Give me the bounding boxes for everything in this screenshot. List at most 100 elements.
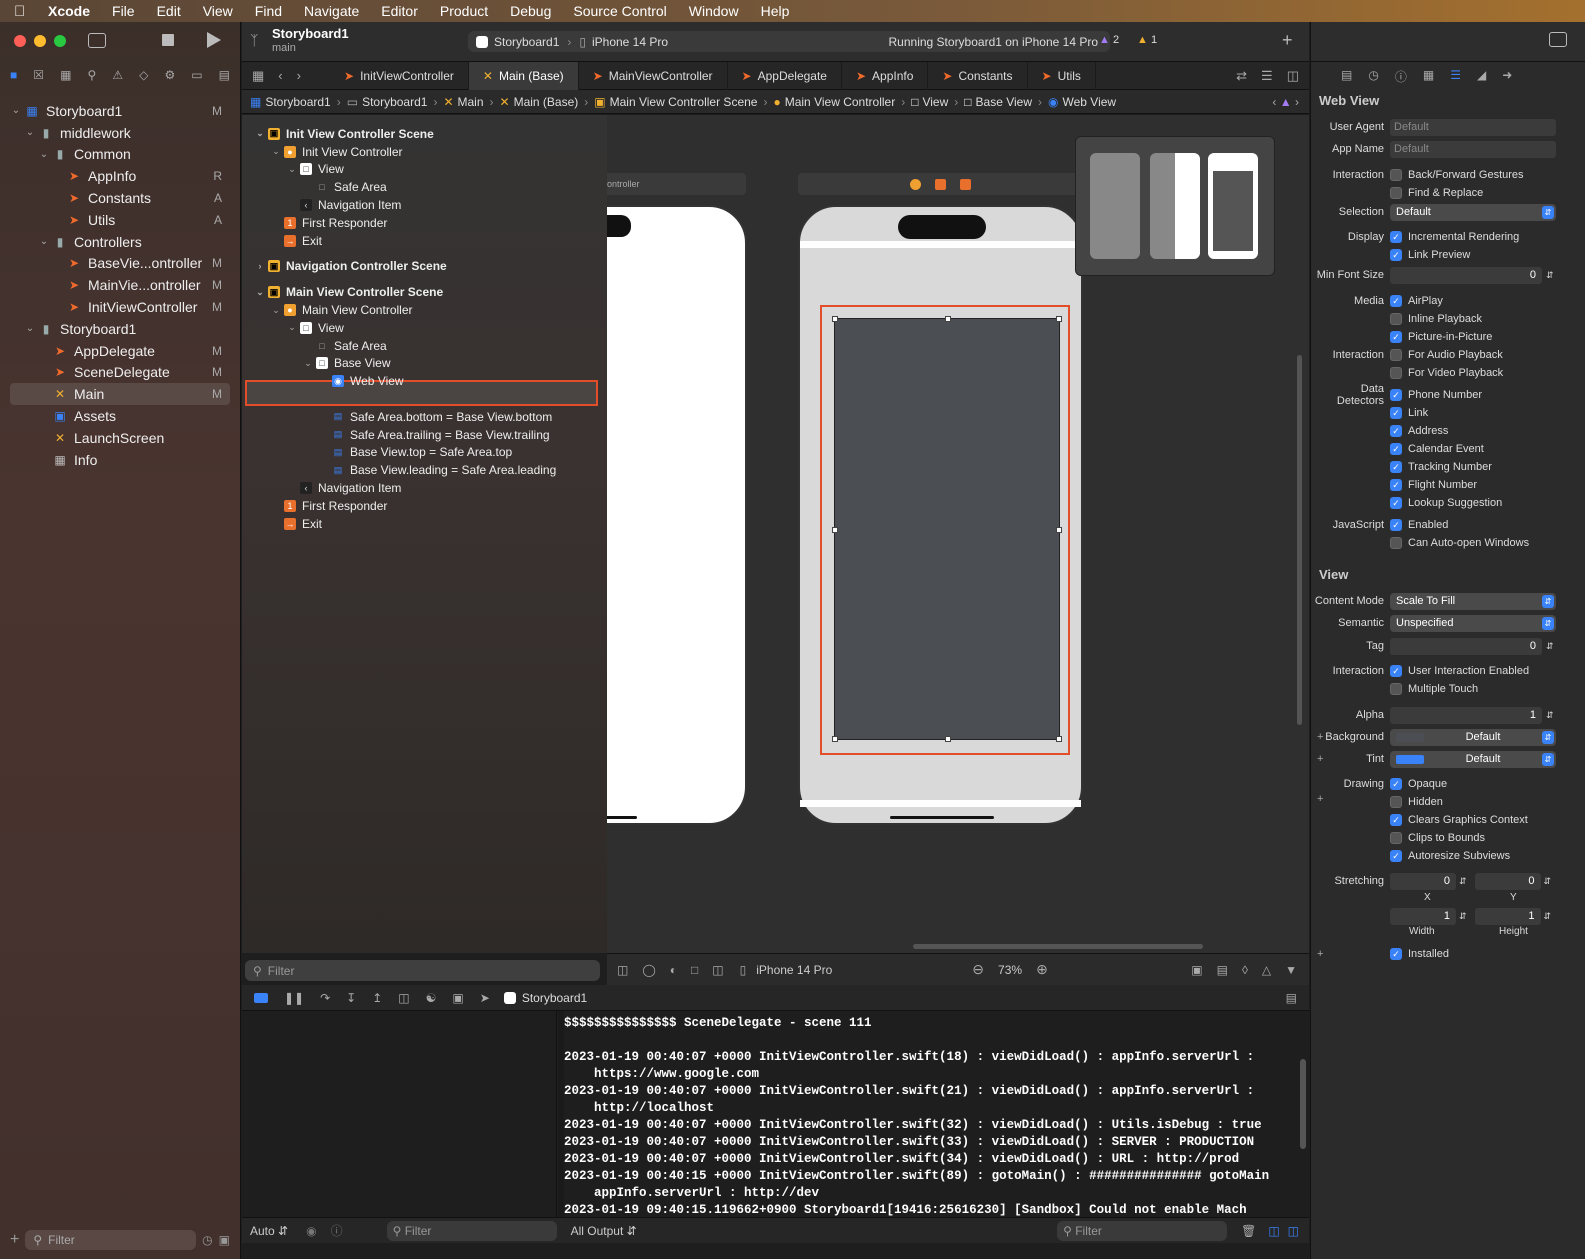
- test-icon[interactable]: ◇: [139, 68, 148, 82]
- zoom-in-icon[interactable]: ⊕: [1036, 961, 1048, 978]
- background-popup[interactable]: Default ⇵: [1390, 728, 1556, 746]
- horizontal-scrollbar[interactable]: [913, 944, 1203, 949]
- navigator-item[interactable]: ✕ LaunchScreen: [10, 427, 230, 449]
- menu-xcode[interactable]: Xcode: [48, 3, 90, 19]
- breadcrumb-item[interactable]: Base View: [976, 95, 1032, 109]
- navigator-item[interactable]: ✕ Main M: [10, 383, 230, 406]
- stepper-icon[interactable]: ⇵: [1546, 641, 1554, 652]
- min-font-field[interactable]: 0: [1390, 266, 1542, 284]
- accessibility-icon[interactable]: ◯: [642, 963, 655, 977]
- tint-popup[interactable]: Default ⇵: [1390, 750, 1556, 768]
- navigator-item[interactable]: ⌄ ▮ Storyboard1: [10, 318, 230, 340]
- memory-graph-icon[interactable]: ☯: [426, 991, 437, 1005]
- disclosure-chevron-icon[interactable]: ›: [254, 261, 266, 271]
- content-mode-popup[interactable]: Scale To Fill ⇵: [1390, 592, 1556, 610]
- eye-icon[interactable]: ◉: [306, 1224, 316, 1238]
- attributes-inspector-icon[interactable]: ☰: [1450, 68, 1461, 85]
- outline-item[interactable]: ▤ Base View.top = Safe Area.top: [254, 444, 597, 462]
- scheme-selector[interactable]: Storyboard1: [494, 35, 559, 49]
- stepper-icon[interactable]: ⇵: [1546, 710, 1554, 721]
- installed-checkbox[interactable]: ✓: [1390, 948, 1402, 960]
- menu-help[interactable]: Help: [761, 3, 790, 19]
- checkbox[interactable]: [1390, 187, 1402, 199]
- outline-item[interactable]: ▤ Safe Area.bottom = Base View.bottom: [254, 408, 597, 426]
- app-name-field[interactable]: Default: [1390, 140, 1556, 158]
- device-config-button[interactable]: iPhone 14 Pro: [756, 963, 832, 977]
- file-inspector-icon[interactable]: ▤: [1341, 68, 1352, 85]
- vertical-scrollbar[interactable]: [1297, 355, 1302, 725]
- add-variation-icon[interactable]: +: [1317, 753, 1323, 765]
- main-view-controller-phone[interactable]: [798, 205, 1083, 825]
- debug-icon[interactable]: ⚙: [164, 68, 175, 82]
- navigator-item[interactable]: ➤ AppInfo R: [10, 165, 230, 187]
- grid-icon[interactable]: ▦: [252, 68, 264, 84]
- back-icon[interactable]: ‹: [278, 68, 282, 84]
- source-control-filter-icon[interactable]: ▣: [219, 1233, 230, 1247]
- add-editor-icon[interactable]: ◫: [1287, 68, 1299, 84]
- align-icon[interactable]: ▤: [1217, 963, 1228, 977]
- outline-item[interactable]: ▤ Base View.leading = Safe Area.leading: [254, 461, 597, 479]
- stretch-x-field[interactable]: 0: [1390, 872, 1456, 890]
- alpha-field[interactable]: 1: [1390, 706, 1542, 724]
- navigator-item[interactable]: ⌄ ▦ Storyboard1 M: [10, 100, 230, 122]
- menu-file[interactable]: File: [112, 3, 135, 19]
- tab-main-base[interactable]: ✕ Main (Base): [468, 61, 579, 90]
- navigator-item[interactable]: ➤ BaseVie...ontroller M: [10, 253, 230, 275]
- size-inspector-icon[interactable]: ◢: [1477, 68, 1486, 85]
- disclosure-chevron-icon[interactable]: ⌄: [24, 323, 36, 334]
- disclosure-chevron-icon[interactable]: ⌄: [254, 287, 266, 298]
- outline-item[interactable]: 1 First Responder: [254, 497, 597, 515]
- disclosure-chevron-icon[interactable]: ⌄: [254, 128, 266, 139]
- outline-item[interactable]: ⌄ ● Init View Controller: [254, 143, 597, 161]
- breadcrumb-item[interactable]: Storyboard1: [362, 95, 427, 109]
- environment-icon[interactable]: ▣: [452, 991, 463, 1005]
- inspector-toggle-icon[interactable]: [1549, 32, 1567, 47]
- disclosure-chevron-icon[interactable]: ⌄: [38, 149, 50, 160]
- checkbox[interactable]: ✓: [1390, 497, 1402, 509]
- issue-count[interactable]: ▲ 1: [1137, 34, 1157, 46]
- zoom-window-button[interactable]: [54, 35, 66, 47]
- recent-files-icon[interactable]: ◷: [202, 1233, 212, 1247]
- breadcrumb-item[interactable]: View: [922, 95, 948, 109]
- navigator-item[interactable]: ➤ AppDelegate M: [10, 340, 230, 362]
- navigator-item[interactable]: ⌄ ▮ Common: [10, 144, 230, 166]
- tab-appdelegate[interactable]: ➤ AppDelegate: [728, 61, 842, 90]
- outline-item[interactable]: □ Safe Area: [254, 337, 597, 355]
- checkbox[interactable]: ✓: [1390, 665, 1402, 677]
- variables-filter-input[interactable]: ⚲ Filter: [386, 1220, 557, 1241]
- outline-item[interactable]: 1 First Responder: [254, 214, 597, 232]
- menu-view[interactable]: View: [203, 3, 233, 19]
- checkbox[interactable]: [1390, 832, 1402, 844]
- tab-utils[interactable]: ➤ Utils: [1028, 61, 1096, 90]
- console-scrollbar[interactable]: [1300, 1059, 1306, 1149]
- web-view-placeholder[interactable]: [832, 316, 1062, 742]
- navigator-item[interactable]: ▣ Assets: [10, 405, 230, 427]
- disclosure-chevron-icon[interactable]: ⌄: [24, 127, 36, 138]
- folder-icon[interactable]: ■: [10, 68, 17, 82]
- checkbox[interactable]: [1390, 313, 1402, 325]
- tab-appinfo[interactable]: ➤ AppInfo: [842, 61, 929, 90]
- view-debugger-icon[interactable]: ◫: [398, 991, 409, 1005]
- checkbox[interactable]: ✓: [1390, 331, 1402, 343]
- disclosure-chevron-icon[interactable]: ⌄: [286, 322, 298, 333]
- variables-view[interactable]: [242, 1011, 557, 1217]
- issue-nav-icon[interactable]: ‹ ▲ ›: [1272, 95, 1299, 109]
- layout-icon[interactable]: ◫: [712, 963, 723, 977]
- outline-item[interactable]: ⌄ □ View: [254, 319, 597, 337]
- zoom-out-icon[interactable]: ⊖: [972, 961, 984, 978]
- outline-item[interactable]: ⌄ ● Main View Controller: [254, 301, 597, 319]
- outline-item[interactable]: ▤ Safe Area.trailing = Base View.trailing: [254, 426, 597, 444]
- first-responder-icon[interactable]: [935, 178, 946, 190]
- disclosure-chevron-icon[interactable]: ⌄: [10, 105, 22, 116]
- warning-count[interactable]: ▲ 2: [1099, 34, 1119, 46]
- embed-icon[interactable]: ▼: [1285, 963, 1297, 977]
- storyboard-canvas[interactable]: ontroller: [607, 115, 1309, 953]
- add-constraints-icon[interactable]: ◊: [1242, 963, 1248, 977]
- step-over-icon[interactable]: ↷: [320, 991, 330, 1005]
- disclosure-chevron-icon[interactable]: ⌄: [302, 358, 314, 369]
- disclosure-chevron-icon[interactable]: ⌄: [286, 164, 298, 175]
- minimize-window-button[interactable]: [34, 35, 46, 47]
- checkbox[interactable]: ✓: [1390, 461, 1402, 473]
- update-frames-icon[interactable]: ▣: [1191, 963, 1202, 977]
- add-icon[interactable]: +: [10, 1231, 19, 1249]
